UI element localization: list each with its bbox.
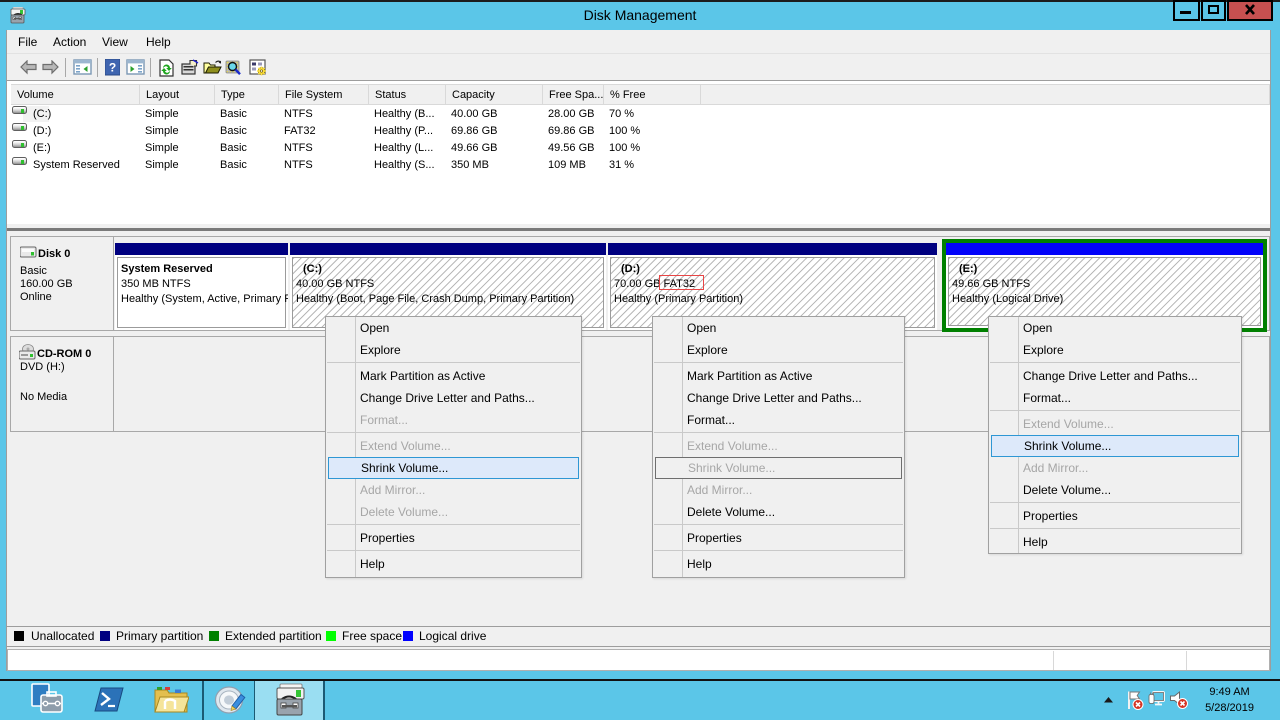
svg-text:?: ? bbox=[109, 61, 116, 75]
